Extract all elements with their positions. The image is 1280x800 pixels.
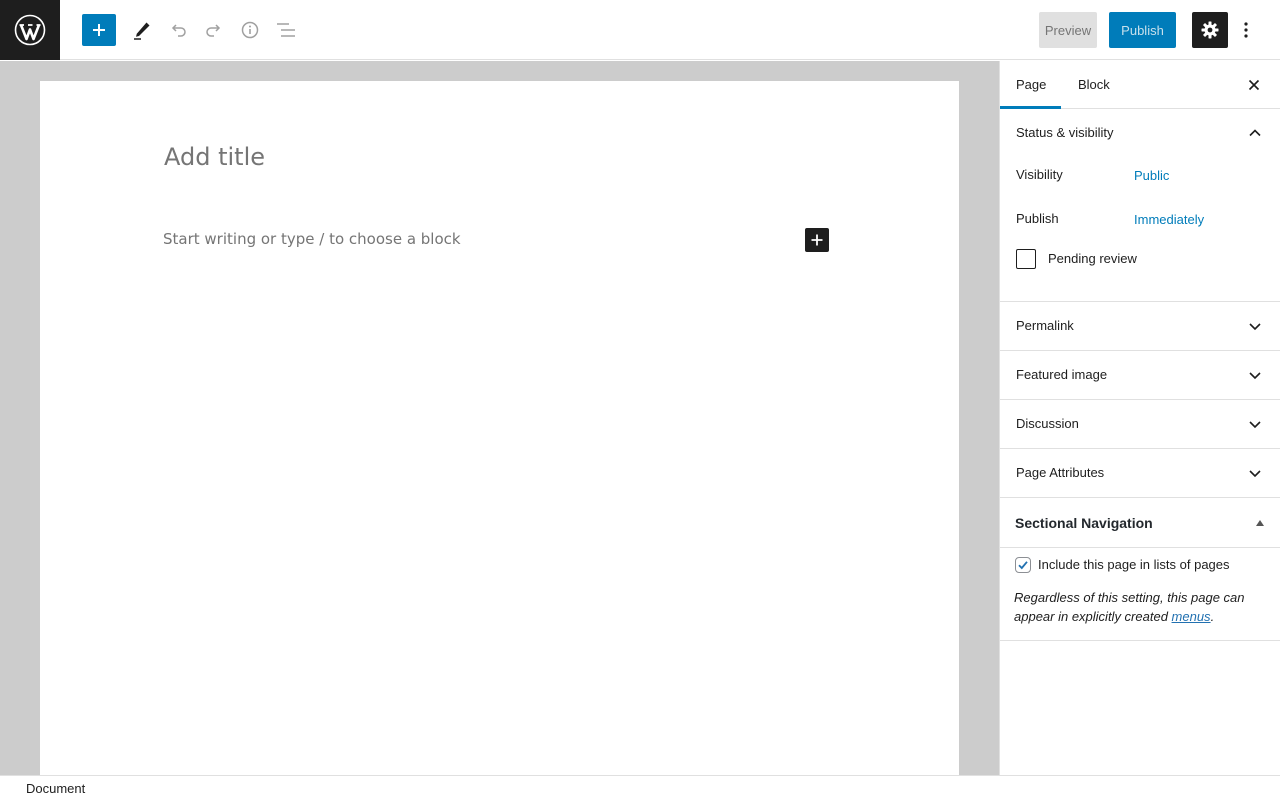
featured-image-panel: Featured image bbox=[1000, 351, 1280, 400]
list-view-button[interactable] bbox=[268, 12, 304, 48]
tools-button[interactable] bbox=[124, 12, 160, 48]
editor-canvas[interactable]: Add title Start writing or type / to cho… bbox=[40, 81, 959, 775]
page-attributes-panel: Page Attributes bbox=[1000, 449, 1280, 498]
publish-button[interactable]: Publish bbox=[1109, 12, 1176, 48]
publish-date-link[interactable]: Immediately bbox=[1134, 212, 1204, 227]
block-inserter-button[interactable] bbox=[82, 14, 116, 46]
sectional-navigation-body: Include this page in lists of pages Rega… bbox=[1000, 548, 1280, 641]
publish-label: Publish bbox=[1016, 211, 1059, 226]
wordpress-icon bbox=[14, 14, 46, 46]
sectional-navigation-title: Sectional Navigation bbox=[1015, 515, 1153, 531]
editor-toolbar: Preview Publish bbox=[0, 0, 1280, 60]
close-icon bbox=[1248, 79, 1260, 91]
featured-image-toggle[interactable]: Featured image bbox=[1000, 351, 1280, 399]
undo-icon bbox=[171, 24, 186, 37]
inline-inserter-button[interactable] bbox=[805, 228, 829, 252]
pending-review-row: Pending review bbox=[1000, 245, 1280, 291]
settings-sidebar: Page Block Status & visibility Visibilit… bbox=[999, 61, 1280, 775]
redo-button[interactable] bbox=[196, 12, 232, 48]
chevron-down-icon bbox=[1249, 323, 1261, 331]
editor-footer: Document bbox=[0, 775, 1280, 800]
panel-title: Status & visibility bbox=[1016, 125, 1114, 140]
panel-title: Permalink bbox=[1016, 318, 1074, 333]
pending-review-label[interactable]: Pending review bbox=[1048, 251, 1137, 266]
status-visibility-toggle[interactable]: Status & visibility bbox=[1000, 109, 1280, 157]
visibility-link[interactable]: Public bbox=[1134, 168, 1169, 183]
panel-title: Discussion bbox=[1016, 416, 1079, 431]
visibility-row: Visibility Public bbox=[1000, 157, 1280, 201]
permalink-panel: Permalink bbox=[1000, 302, 1280, 351]
checkmark-icon bbox=[1018, 561, 1028, 570]
list-view-icon bbox=[277, 23, 295, 37]
menus-link[interactable]: menus bbox=[1172, 609, 1211, 624]
chevron-down-icon bbox=[1249, 470, 1261, 478]
tab-block[interactable]: Block bbox=[1078, 61, 1110, 109]
discussion-toggle[interactable]: Discussion bbox=[1000, 400, 1280, 448]
pending-review-checkbox[interactable] bbox=[1016, 249, 1036, 269]
more-vertical-icon bbox=[1244, 22, 1248, 38]
options-button[interactable] bbox=[1234, 12, 1258, 48]
include-in-lists-checkbox[interactable] bbox=[1015, 557, 1031, 573]
collapse-arrow-icon[interactable] bbox=[1256, 520, 1264, 526]
chevron-down-icon bbox=[1249, 372, 1261, 380]
info-icon bbox=[241, 21, 259, 39]
details-button[interactable] bbox=[232, 12, 268, 48]
wordpress-logo[interactable] bbox=[0, 0, 60, 60]
breadcrumb[interactable]: Document bbox=[26, 781, 85, 796]
default-block-appender[interactable]: Start writing or type / to choose a bloc… bbox=[163, 230, 461, 248]
tab-page[interactable]: Page bbox=[1000, 61, 1061, 109]
include-in-lists-label[interactable]: Include this page in lists of pages bbox=[1038, 557, 1230, 572]
pencil-icon bbox=[134, 22, 150, 40]
redo-icon bbox=[206, 24, 221, 37]
visibility-label: Visibility bbox=[1016, 167, 1063, 182]
sectional-navigation-header[interactable]: Sectional Navigation bbox=[1000, 498, 1280, 548]
settings-button[interactable] bbox=[1192, 12, 1228, 48]
plus-icon bbox=[811, 234, 823, 246]
close-sidebar-button[interactable] bbox=[1244, 75, 1264, 95]
permalink-toggle[interactable]: Permalink bbox=[1000, 302, 1280, 350]
panel-title: Featured image bbox=[1016, 367, 1108, 382]
preview-button[interactable]: Preview bbox=[1039, 12, 1097, 48]
chevron-down-icon bbox=[1249, 421, 1261, 429]
chevron-up-icon bbox=[1249, 129, 1261, 137]
post-title-input[interactable]: Add title bbox=[164, 143, 265, 171]
editor-canvas-area: Add title Start writing or type / to cho… bbox=[0, 61, 999, 775]
gear-icon bbox=[1201, 21, 1219, 39]
undo-button[interactable] bbox=[160, 12, 196, 48]
sidebar-tabs: Page Block bbox=[1000, 61, 1280, 109]
discussion-panel: Discussion bbox=[1000, 400, 1280, 449]
panel-title: Page Attributes bbox=[1016, 465, 1105, 480]
sectional-navigation-note: Regardless of this setting, this page ca… bbox=[1014, 588, 1264, 626]
status-visibility-panel: Status & visibility Visibility Public Pu… bbox=[1000, 109, 1280, 302]
note-end: . bbox=[1210, 609, 1215, 624]
plus-icon bbox=[93, 24, 105, 36]
publish-row: Publish Immediately bbox=[1000, 201, 1280, 245]
page-attributes-toggle[interactable]: Page Attributes bbox=[1000, 449, 1280, 497]
